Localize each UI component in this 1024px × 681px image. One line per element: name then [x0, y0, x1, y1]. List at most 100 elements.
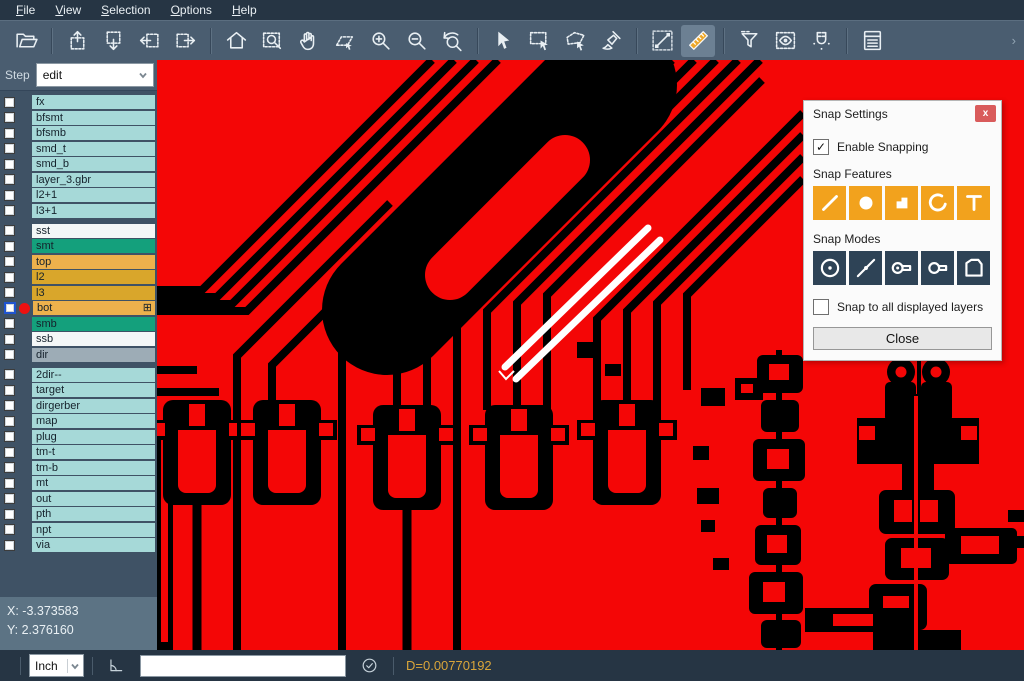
layer-item-pth[interactable]: pth	[32, 507, 155, 521]
layer-item-smd_t[interactable]: smd_t	[32, 142, 155, 156]
layer-item-npt[interactable]: npt	[32, 523, 155, 537]
layer-visibility-checkbox[interactable]	[4, 509, 15, 520]
zoom-in-button[interactable]	[363, 25, 397, 57]
nudge-up-button[interactable]	[60, 25, 94, 57]
layer-item-l3[interactable]: l3	[32, 286, 155, 300]
layer-visibility-checkbox[interactable]	[4, 272, 15, 283]
layer-item-sst[interactable]: sst	[32, 224, 155, 238]
layer-item-layer_3.gbr[interactable]: layer_3.gbr	[32, 173, 155, 187]
layer-item-dirgerber[interactable]: dirgerber	[32, 399, 155, 413]
layer-visibility-checkbox[interactable]	[4, 462, 15, 473]
snap-pad-button[interactable]	[849, 186, 882, 220]
layer-visibility-checkbox[interactable]	[4, 205, 15, 216]
layer-item-via[interactable]: via	[32, 538, 155, 552]
layer-visibility-checkbox[interactable]	[4, 478, 15, 489]
layer-visibility-checkbox[interactable]	[4, 112, 15, 123]
layer-item-map[interactable]: map	[32, 414, 155, 428]
toolbar-overflow-chevron[interactable]: ›	[1012, 33, 1020, 48]
layer-item-l3+1[interactable]: l3+1	[32, 204, 155, 218]
report-button[interactable]	[855, 25, 889, 57]
layer-item-bfsmb[interactable]: bfsmb	[32, 126, 155, 140]
enable-snapping-checkbox[interactable]: ✓	[813, 139, 829, 155]
select-rectangle-button[interactable]	[522, 25, 556, 57]
layer-item-l2+1[interactable]: l2+1	[32, 188, 155, 202]
layer-visibility-checkbox[interactable]	[4, 256, 15, 267]
layer-item-plug[interactable]: plug	[32, 430, 155, 444]
layer-visibility-checkbox[interactable]	[4, 143, 15, 154]
layer-visibility-checkbox[interactable]	[4, 447, 15, 458]
snap-center-button[interactable]	[813, 251, 846, 285]
layer-visibility-checkbox[interactable]	[4, 334, 15, 345]
zoom-window-button[interactable]	[255, 25, 289, 57]
step-select[interactable]: edit	[36, 63, 154, 87]
select-polygon-button[interactable]	[558, 25, 592, 57]
layer-visibility-checkbox[interactable]	[4, 540, 15, 551]
layer-visibility-checkbox[interactable]	[4, 524, 15, 535]
layer-item-mt[interactable]: mt	[32, 476, 155, 490]
angle-icon[interactable]	[107, 656, 126, 675]
layer-visibility-checkbox[interactable]	[4, 385, 15, 396]
layer-visibility-checkbox[interactable]	[4, 431, 15, 442]
menu-file[interactable]: File	[6, 0, 45, 20]
layer-visibility-checkbox[interactable]	[4, 174, 15, 185]
snap-pad-entry-button[interactable]	[921, 251, 954, 285]
layer-visibility-checkbox[interactable]	[4, 369, 15, 380]
zoom-previous-button[interactable]	[435, 25, 469, 57]
menu-options[interactable]: Options	[161, 0, 222, 20]
open-project-button[interactable]	[9, 25, 43, 57]
layer-visibility-checkbox[interactable]	[4, 493, 15, 504]
layer-item-dir[interactable]: dir	[32, 348, 155, 362]
pan-hand-button[interactable]	[291, 25, 325, 57]
clear-selection-button[interactable]	[594, 25, 628, 57]
layer-item-fx[interactable]: fx	[32, 95, 155, 109]
menu-help[interactable]: Help	[222, 0, 267, 20]
snap-midpoint-button[interactable]	[849, 251, 882, 285]
filter-button[interactable]	[732, 25, 766, 57]
sync-check-icon[interactable]	[360, 656, 379, 675]
layer-item-tm-b[interactable]: tm-b	[32, 461, 155, 475]
layer-item-bfsmt[interactable]: bfsmt	[32, 111, 155, 125]
layer-visibility-checkbox[interactable]	[4, 416, 15, 427]
nudge-left-button[interactable]	[132, 25, 166, 57]
zoom-out-button[interactable]	[399, 25, 433, 57]
snap-pad-mid-button[interactable]	[885, 251, 918, 285]
layer-visibility-checkbox[interactable]	[4, 241, 15, 252]
snap-text-button[interactable]	[957, 186, 990, 220]
layer-item-2dir--[interactable]: 2dir--	[32, 368, 155, 382]
layer-item-ssb[interactable]: ssb	[32, 332, 155, 346]
menu-selection[interactable]: Selection	[91, 0, 160, 20]
menu-view[interactable]: View	[45, 0, 91, 20]
zoom-object-button[interactable]	[327, 25, 361, 57]
grid-icon[interactable]: ⊞	[143, 303, 152, 314]
snap-corner-button[interactable]	[957, 251, 990, 285]
layer-item-out[interactable]: out	[32, 492, 155, 506]
layer-item-bot[interactable]: bot⊞	[33, 301, 155, 315]
layer-visibility-checkbox[interactable]	[4, 225, 15, 236]
unit-select[interactable]: Inch	[29, 654, 84, 677]
layer-visibility-checkbox[interactable]	[4, 159, 15, 170]
layer-visibility-checkbox[interactable]	[4, 318, 15, 329]
snap-line-button[interactable]	[813, 186, 846, 220]
layer-item-target[interactable]: target	[32, 383, 155, 397]
layer-visibility-checkbox[interactable]	[4, 128, 15, 139]
zoom-home-button[interactable]	[219, 25, 253, 57]
layer-item-smd_b[interactable]: smd_b	[32, 157, 155, 171]
layer-item-smt[interactable]: smt	[32, 239, 155, 253]
snap-button[interactable]	[804, 25, 838, 57]
dialog-title-bar[interactable]: Snap Settings x	[804, 101, 1001, 126]
layer-item-top[interactable]: top	[32, 255, 155, 269]
layer-visibility-checkbox[interactable]	[4, 287, 15, 298]
layer-visibility-checkbox[interactable]	[4, 400, 15, 411]
layer-item-smb[interactable]: smb	[32, 317, 155, 331]
snap-surface-button[interactable]	[885, 186, 918, 220]
layer-visibility-checkbox[interactable]	[4, 190, 15, 201]
view-options-button[interactable]	[768, 25, 802, 57]
nudge-right-button[interactable]	[168, 25, 202, 57]
ruler-button[interactable]	[681, 25, 715, 57]
layer-item-l2[interactable]: l2	[32, 270, 155, 284]
snap-arc-button[interactable]	[921, 186, 954, 220]
pcb-canvas[interactable]: Snap Settings x ✓ Enable Snapping Snap F…	[157, 60, 1024, 650]
snap-all-layers-checkbox[interactable]	[813, 299, 829, 315]
measure-distance-button[interactable]	[645, 25, 679, 57]
layer-visibility-checkbox[interactable]	[4, 302, 16, 314]
